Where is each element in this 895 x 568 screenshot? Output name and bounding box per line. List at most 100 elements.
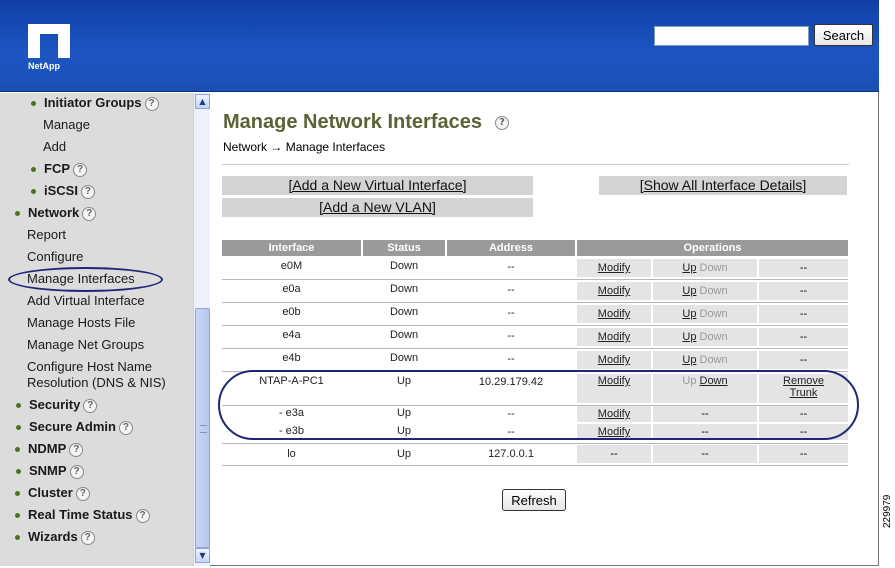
- sidebar-item-report[interactable]: Report: [27, 227, 66, 242]
- op-updown-cell: Up Down: [653, 351, 757, 369]
- sidebar-item-snmp[interactable]: SNMP?: [29, 463, 84, 479]
- bullet-icon: [15, 535, 20, 540]
- sidebar-item-cluster[interactable]: Cluster?: [28, 485, 90, 501]
- help-icon[interactable]: ?: [83, 398, 98, 413]
- down-disabled: Down: [699, 262, 728, 274]
- sidebar-item-wizards[interactable]: Wizards?: [28, 529, 95, 545]
- help-icon[interactable]: ?: [82, 206, 97, 221]
- col-header-status: Status: [363, 240, 445, 256]
- sidebar-item-resolution-dns-nis[interactable]: Resolution (DNS & NIS): [27, 375, 166, 390]
- cell-status: Down: [389, 329, 419, 341]
- help-icon[interactable]: ?: [75, 486, 90, 501]
- cell-interface: e0M: [280, 260, 303, 272]
- help-icon[interactable]: ?: [69, 464, 84, 479]
- figure-id: 229979: [882, 494, 893, 528]
- help-icon[interactable]: ?: [73, 162, 87, 177]
- op-cell: --: [577, 445, 651, 463]
- logo-text: NetApp: [28, 61, 60, 71]
- sidebar-item-real-time-status[interactable]: Real Time Status?: [28, 507, 150, 523]
- sidebar-item-ndmp[interactable]: NDMP?: [28, 441, 84, 457]
- sidebar: Initiator Groups? Manage Add FCP? iSCSI? Netw…: [0, 93, 193, 566]
- op-modify-cell: Modify: [577, 305, 651, 323]
- col-header-interface: Interface: [222, 240, 361, 256]
- bullet-icon: [15, 211, 20, 216]
- help-icon[interactable]: ?: [118, 420, 133, 435]
- bullet-icon: [16, 425, 21, 430]
- search-input[interactable]: [654, 26, 809, 46]
- sidebar-item-secure-admin[interactable]: Secure Admin?: [29, 419, 133, 435]
- down-disabled: Down: [699, 354, 728, 366]
- row-separator: [222, 348, 848, 349]
- scroll-thumb[interactable]: [195, 308, 210, 548]
- scroll-down-arrow-icon[interactable]: ▼: [195, 548, 210, 563]
- help-icon[interactable]: ?: [80, 184, 95, 199]
- op-modify-cell: Modify: [577, 351, 651, 369]
- up-link[interactable]: Up: [682, 262, 696, 274]
- op-modify-cell: Modify: [577, 282, 651, 300]
- show-all-details-link[interactable]: [Show All Interface Details]: [640, 177, 807, 193]
- add-vlan-box: [Add a New VLAN]: [222, 198, 533, 217]
- cell-status: Down: [389, 260, 419, 272]
- sidebar-item-fcp[interactable]: FCP?: [44, 161, 87, 177]
- breadcrumb-arrow-icon: →: [270, 140, 283, 154]
- page-title: Manage Network Interfaces: [223, 111, 482, 133]
- sidebar-item-configure[interactable]: Configure: [27, 249, 83, 264]
- sidebar-item-security[interactable]: Security?: [29, 397, 98, 413]
- op-cell: --: [759, 445, 848, 463]
- search-button[interactable]: Search: [814, 24, 873, 46]
- scroll-up-arrow-icon[interactable]: ▲: [195, 94, 210, 109]
- op-extra-cell: --: [759, 328, 848, 346]
- sidebar-scrollbar[interactable]: ▲ ▼: [193, 93, 210, 566]
- help-icon[interactable]: ?: [135, 508, 150, 523]
- down-disabled: Down: [699, 331, 728, 343]
- op-modify-cell: Modify: [577, 328, 651, 346]
- modify-link[interactable]: Modify: [598, 308, 630, 320]
- up-link[interactable]: Up: [682, 354, 696, 366]
- col-header-operations: Operations: [577, 240, 848, 256]
- help-icon[interactable]: ?: [144, 96, 159, 111]
- sidebar-item-manage-net-groups[interactable]: Manage Net Groups: [27, 337, 144, 352]
- add-virtual-interface-link[interactable]: [Add a New Virtual Interface]: [289, 177, 467, 193]
- row-separator: [222, 465, 848, 466]
- bullet-icon: [16, 403, 21, 408]
- breadcrumb-network[interactable]: Network: [223, 140, 267, 154]
- title-help-icon[interactable]: ?: [495, 116, 509, 130]
- sidebar-item-configure-host-name[interactable]: Configure Host Name: [27, 359, 152, 374]
- sidebar-item-label: NDMP: [28, 441, 67, 456]
- sidebar-item-add-virtual-interface[interactable]: Add Virtual Interface: [27, 293, 145, 308]
- help-icon[interactable]: ?: [69, 442, 84, 457]
- sidebar-item-label: Manage Hosts File: [27, 315, 136, 330]
- sidebar-item-label: SNMP: [29, 463, 67, 478]
- up-link[interactable]: Up: [682, 308, 696, 320]
- modify-link[interactable]: Modify: [598, 262, 630, 274]
- sidebar-item-initiator-groups[interactable]: Initiator Groups?: [44, 95, 159, 111]
- sidebar-item-label: Wizards: [28, 529, 78, 544]
- cell-interface: e0a: [282, 283, 301, 295]
- header-bar: NetApp Search: [0, 0, 879, 92]
- sidebar-item-manage-hosts-file[interactable]: Manage Hosts File: [27, 315, 135, 330]
- up-link[interactable]: Up: [682, 285, 696, 297]
- sidebar-item-label: Report: [27, 227, 67, 242]
- add-vlan-link[interactable]: [Add a New VLAN]: [319, 199, 436, 215]
- netapp-logo: [28, 24, 70, 58]
- sidebar-item-manage[interactable]: Manage: [43, 117, 90, 132]
- sidebar-item-network[interactable]: Network?: [28, 205, 97, 221]
- bullet-icon: [16, 469, 21, 474]
- trunk-highlight: [218, 370, 859, 440]
- cell-address: --: [507, 330, 515, 342]
- sidebar-item-iscsi[interactable]: iSCSI?: [44, 183, 95, 199]
- help-icon[interactable]: ?: [80, 530, 95, 545]
- cell-status: Down: [389, 306, 419, 318]
- modify-link[interactable]: Modify: [598, 285, 630, 297]
- cell-address: --: [507, 261, 515, 273]
- modify-link[interactable]: Modify: [598, 354, 630, 366]
- refresh-button[interactable]: Refresh: [502, 489, 566, 511]
- cell-interface: e4b: [282, 352, 301, 364]
- cell-address: --: [507, 307, 515, 319]
- cell-status: Down: [389, 283, 419, 295]
- modify-link[interactable]: Modify: [598, 331, 630, 343]
- sidebar-item-add[interactable]: Add: [43, 139, 66, 154]
- bullet-icon: [15, 491, 20, 496]
- up-link[interactable]: Up: [682, 331, 696, 343]
- cell-interface: lo: [287, 448, 296, 460]
